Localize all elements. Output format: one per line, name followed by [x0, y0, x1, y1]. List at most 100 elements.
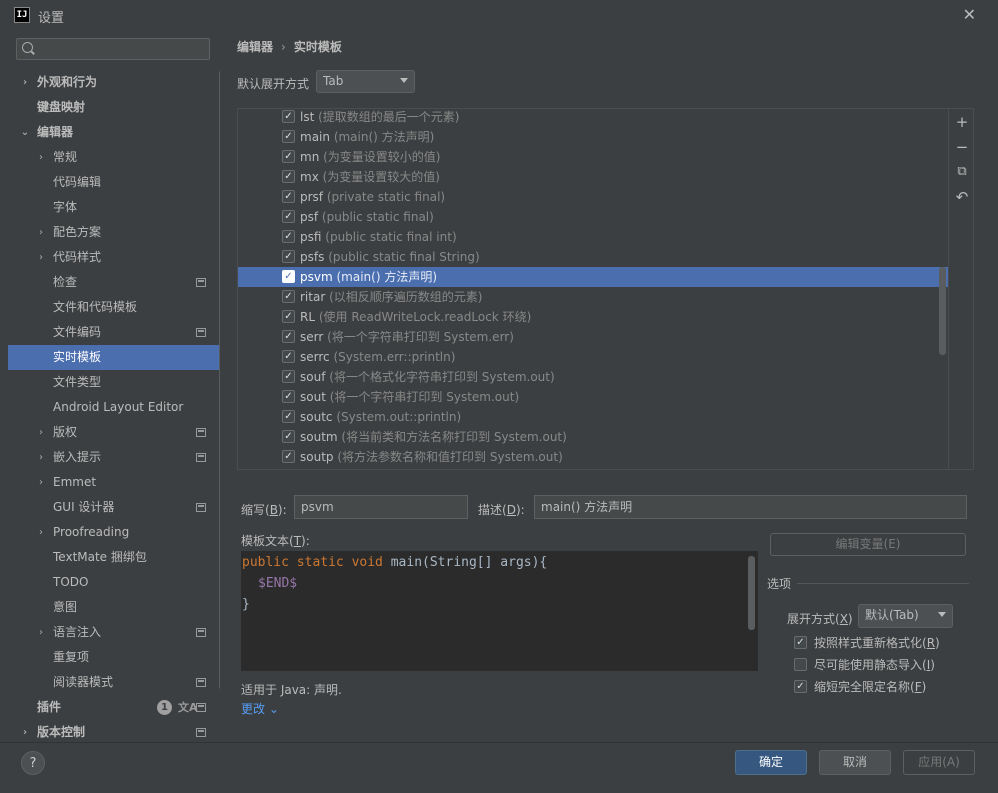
template-checkbox[interactable]: ✓ [282, 110, 295, 123]
sidebar-item-19[interactable]: TextMate 捆绑包 [8, 545, 220, 570]
template-checkbox[interactable]: ✓ [282, 370, 295, 383]
description-field[interactable]: main() 方法声明 [534, 495, 967, 519]
sidebar-item-16[interactable]: › Emmet [8, 470, 220, 495]
sidebar-item-1[interactable]: 键盘映射 [8, 95, 220, 120]
sidebar-item-6[interactable]: › 配色方案 [8, 220, 220, 245]
revert-icon[interactable]: ↶ [954, 189, 970, 205]
template-row[interactable]: ✓ main (main() 方法声明) [238, 127, 948, 147]
template-row[interactable]: ✓ soutm (将当前类和方法名称打印到 System.out) [238, 427, 948, 447]
sidebar-item-21[interactable]: 意图 [8, 595, 220, 620]
sidebar-item-26[interactable]: › 版本控制 [8, 720, 220, 742]
chevron-right-icon[interactable]: › [36, 245, 46, 270]
template-checkbox[interactable]: ✓ [282, 150, 295, 163]
template-label: main (main() 方法声明) [300, 127, 434, 147]
template-row[interactable]: ✓ serr (将一个字符串打印到 System.err) [238, 327, 948, 347]
sidebar-item-13[interactable]: Android Layout Editor [8, 395, 220, 420]
sidebar-item-8[interactable]: 检查 [8, 270, 220, 295]
cancel-button[interactable]: 取消 [819, 750, 891, 775]
template-list-scrollbar[interactable] [939, 267, 946, 355]
template-checkbox[interactable]: ✓ [282, 130, 295, 143]
chevron-right-icon[interactable]: › [36, 420, 46, 445]
sidebar-item-7[interactable]: › 代码样式 [8, 245, 220, 270]
help-button[interactable]: ? [21, 751, 45, 775]
template-row[interactable]: ✓ prsf (private static final) [238, 187, 948, 207]
template-checkbox[interactable]: ✓ [282, 430, 295, 443]
abbreviation-field[interactable]: psvm [294, 495, 468, 519]
expand-with-select[interactable]: 默认(Tab) [858, 604, 953, 628]
sidebar-item-11[interactable]: 实时模板 [8, 345, 220, 370]
template-checkbox[interactable]: ✓ [282, 410, 295, 423]
template-checkbox[interactable]: ✓ [282, 350, 295, 363]
sidebar-item-18[interactable]: › Proofreading [8, 520, 220, 545]
apply-button[interactable]: 应用(A) [903, 750, 975, 775]
template-row[interactable]: ✓ RL (使用 ReadWriteLock.readLock 环绕) [238, 307, 948, 327]
template-row[interactable]: ✓ psvm (main() 方法声明) [238, 267, 948, 287]
template-row[interactable]: ✓ mn (为变量设置较小的值) [238, 147, 948, 167]
sidebar-item-0[interactable]: › 外观和行为 [8, 70, 220, 95]
chevron-right-icon[interactable]: › [20, 70, 30, 95]
sidebar-item-17[interactable]: GUI 设计器 [8, 495, 220, 520]
sidebar-item-5[interactable]: 字体 [8, 195, 220, 220]
breadcrumb-editor[interactable]: 编辑器 [237, 40, 273, 54]
template-row[interactable]: ✓ mx (为变量设置较大的值) [238, 167, 948, 187]
chevron-right-icon[interactable]: › [36, 520, 46, 545]
chevron-right-icon[interactable]: › [36, 470, 46, 495]
sidebar-item-12[interactable]: 文件类型 [8, 370, 220, 395]
template-checkbox[interactable]: ✓ [282, 330, 295, 343]
template-checkbox[interactable]: ✓ [282, 270, 295, 283]
change-context-link[interactable]: 更改 ⌄ [241, 700, 279, 717]
sidebar-item-label: 配色方案 [53, 225, 102, 239]
chevron-down-icon[interactable]: ⌄ [20, 120, 30, 145]
editor-scrollbar[interactable] [748, 556, 755, 630]
shorten-fq-checkbox[interactable]: ✓ [794, 680, 807, 693]
ok-button[interactable]: 确定 [735, 750, 807, 775]
default-expand-select[interactable]: Tab [316, 70, 415, 93]
close-icon[interactable]: ✕ [963, 5, 976, 24]
reformat-checkbox[interactable]: ✓ [794, 636, 807, 649]
template-row[interactable]: ✓ psfs (public static final String) [238, 247, 948, 267]
static-import-checkbox[interactable] [794, 658, 807, 671]
template-row[interactable]: ✓ serrc (System.err::println) [238, 347, 948, 367]
template-checkbox[interactable]: ✓ [282, 390, 295, 403]
sidebar-item-20[interactable]: TODO [8, 570, 220, 595]
sidebar-item-23[interactable]: 重复项 [8, 645, 220, 670]
copy-icon[interactable]: ⧉ [954, 164, 970, 180]
chevron-right-icon[interactable]: › [36, 620, 46, 645]
template-row[interactable]: ✓ psfi (public static final int) [238, 227, 948, 247]
sidebar-item-24[interactable]: 阅读器模式 [8, 670, 220, 695]
sidebar-item-9[interactable]: 文件和代码模板 [8, 295, 220, 320]
chevron-right-icon[interactable]: › [36, 445, 46, 470]
sidebar-item-22[interactable]: › 语言注入 [8, 620, 220, 645]
template-row[interactable]: ✓ psf (public static final) [238, 207, 948, 227]
template-checkbox[interactable]: ✓ [282, 290, 295, 303]
code-line-3: } [242, 597, 250, 612]
template-checkbox[interactable]: ✓ [282, 170, 295, 183]
template-text-editor[interactable]: public static void main(String[] args){ … [241, 551, 758, 671]
template-checkbox[interactable]: ✓ [282, 210, 295, 223]
chevron-right-icon[interactable]: › [20, 720, 30, 742]
template-checkbox[interactable]: ✓ [282, 230, 295, 243]
chevron-right-icon[interactable]: › [36, 145, 46, 170]
template-checkbox[interactable]: ✓ [282, 310, 295, 323]
remove-icon[interactable]: − [954, 139, 970, 155]
template-checkbox[interactable]: ✓ [282, 450, 295, 463]
sidebar-item-2[interactable]: ⌄ 编辑器 [8, 120, 220, 145]
search-input[interactable] [16, 38, 210, 60]
edit-variables-button[interactable]: 编辑变量(E) [770, 533, 966, 556]
sidebar-item-10[interactable]: 文件编码 [8, 320, 220, 345]
sidebar-item-25[interactable]: 插件 1 文A [8, 695, 220, 720]
template-row[interactable]: ✓ lst (提取数组的最后一个元素) [238, 109, 948, 127]
chevron-right-icon[interactable]: › [36, 220, 46, 245]
sidebar-item-14[interactable]: › 版权 [8, 420, 220, 445]
template-row[interactable]: ✓ sout (将一个字符串打印到 System.out) [238, 387, 948, 407]
template-row[interactable]: ✓ soutc (System.out::println) [238, 407, 948, 427]
sidebar-item-4[interactable]: 代码编辑 [8, 170, 220, 195]
template-row[interactable]: ✓ ritar (以相反顺序遍历数组的元素) [238, 287, 948, 307]
template-checkbox[interactable]: ✓ [282, 190, 295, 203]
sidebar-item-15[interactable]: › 嵌入提示 [8, 445, 220, 470]
template-checkbox[interactable]: ✓ [282, 250, 295, 263]
template-row[interactable]: ✓ souf (将一个格式化字符串打印到 System.out) [238, 367, 948, 387]
template-row[interactable]: ✓ soutp (将方法参数名称和值打印到 System.out) [238, 447, 948, 467]
sidebar-item-3[interactable]: › 常规 [8, 145, 220, 170]
add-icon[interactable]: + [954, 114, 970, 130]
